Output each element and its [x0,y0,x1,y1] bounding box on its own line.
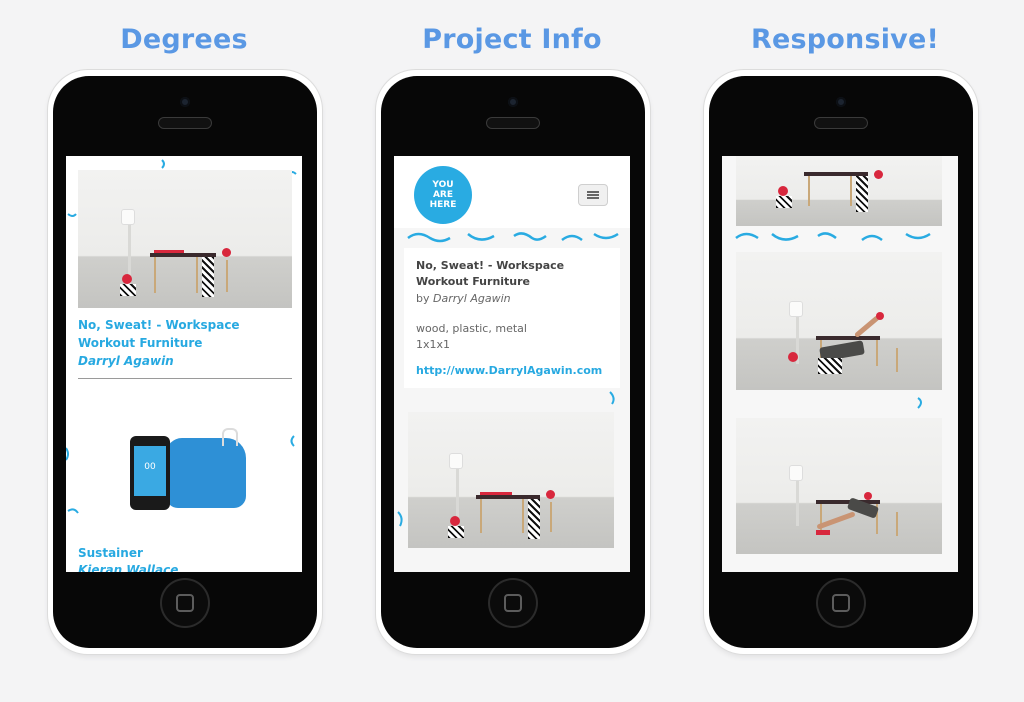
lamp-head [122,210,134,224]
squiggle-band [735,232,931,242]
smartphone-screen: 00 [134,446,166,496]
project1-author[interactable]: Darryl Agawin [78,353,292,369]
divider [78,378,292,379]
red-shoe [876,312,884,320]
by-label: by [416,292,430,305]
phone-degrees: No, Sweat! - Workspace Workout Furniture… [48,70,322,654]
lamp-head [450,454,462,468]
project-photo-workout-furniture[interactable] [78,170,292,308]
menu-icon [587,191,599,199]
patterned-block [856,176,868,212]
patterned-stool [818,358,842,374]
person-legs [816,511,856,530]
camera [508,97,518,107]
project1-title[interactable]: No, Sweat! - Workspace Workout Furniture [78,316,292,352]
project-photo-top[interactable] [736,156,942,226]
patterned-block [528,499,540,539]
patterned-stool [448,526,464,538]
red-weight [122,274,132,284]
blue-container [166,438,246,508]
phone-responsive [704,70,978,654]
red-weight [788,352,798,362]
lamp-head [790,302,802,316]
patterned-block [202,257,214,297]
project2-title[interactable]: Sustainer [78,544,292,562]
heading-project-info: Project Info [422,24,602,55]
table-leg [480,499,482,533]
stool-leg [896,512,898,536]
site-logo[interactable]: YOU ARE HERE [414,166,472,224]
screen-responsive [722,156,958,572]
table-leg [522,499,524,533]
table-leg [850,176,852,206]
site-header: YOU ARE HERE [394,156,630,228]
red-pad [816,530,830,535]
project-photo-workout-furniture[interactable] [408,412,614,548]
heading-degrees: Degrees [120,24,248,55]
project-dimensions: 1x1x1 [416,338,451,351]
project-photo-exercise-1[interactable] [736,252,942,390]
project-info-card: No, Sweat! - Workspace Workout Furniture… [404,248,620,388]
red-weight [874,170,883,179]
heading-responsive: Responsive! [750,24,940,55]
lamp-head [790,466,802,480]
lamp [796,476,799,526]
smartphone: 00 [130,436,170,510]
screen-project-info: YOU ARE HERE No, Sweat! - Workspace Work… [394,156,630,572]
phone-screen-label: 00 [144,462,156,472]
table-leg [876,340,878,366]
table-leg [196,257,198,293]
project-website-link[interactable]: http://www.DarrylAgawin.com [416,364,602,377]
stool-leg [550,502,552,532]
project-materials: wood, plastic, metal [416,322,527,335]
screen-degrees: No, Sweat! - Workspace Workout Furniture… [66,156,302,572]
logo-text: YOU ARE HERE [429,180,457,210]
camera [180,97,190,107]
project-photo-sustainer[interactable]: 00 [126,426,258,546]
table-leg [154,257,156,293]
speaker [815,118,867,128]
red-weight [222,248,231,257]
stool-leg [226,260,228,292]
speaker [159,118,211,128]
container-handle [222,428,238,446]
patterned-stool [776,196,792,208]
red-weight [778,186,788,196]
project2-author[interactable]: Kieran Wallace [78,562,292,572]
table-top [816,336,880,340]
project-byline: by Darryl Agawin [416,292,511,305]
home-button-icon[interactable] [162,580,208,626]
phone-project-info: YOU ARE HERE No, Sweat! - Workspace Work… [376,70,650,654]
home-button-icon[interactable] [490,580,536,626]
patterned-stool [120,284,136,296]
red-cap [864,492,872,500]
home-button-icon[interactable] [818,580,864,626]
speaker [487,118,539,128]
table-leg [808,176,810,206]
stool-leg [896,348,898,372]
project-author[interactable]: Darryl Agawin [433,292,511,305]
project-title: No, Sweat! - Workspace Workout Furniture [416,259,565,288]
camera [836,97,846,107]
red-weight [546,490,555,499]
red-weight [450,516,460,526]
project-photo-exercise-2[interactable] [736,418,942,554]
menu-button[interactable] [578,184,608,206]
